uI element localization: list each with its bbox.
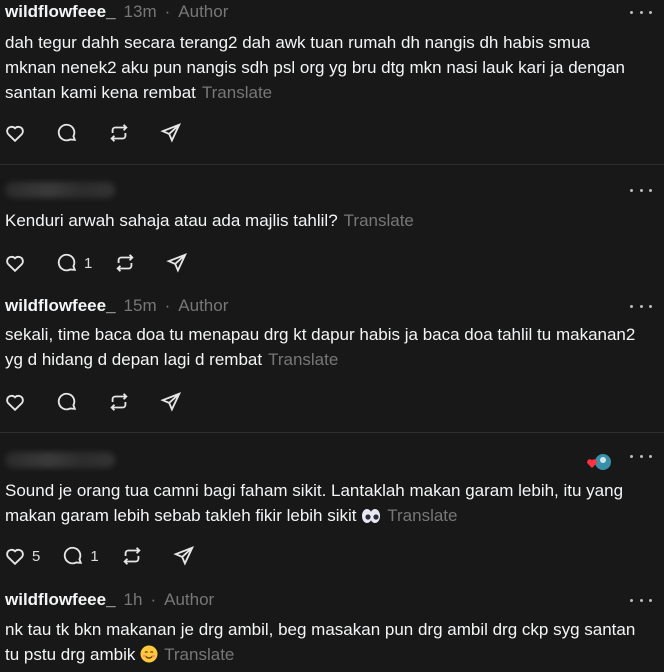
translate-link[interactable]: Translate [202,83,272,102]
reply-count: 1 [84,254,93,272]
reply-button[interactable]: 1 [56,252,92,274]
translate-link[interactable]: Translate [268,350,338,369]
username[interactable]: wildflowfeee_ [5,590,116,610]
more-options-icon[interactable] [630,448,652,464]
repost-icon [110,124,128,142]
like-count: 5 [32,547,41,565]
repost-icon [116,254,134,272]
action-bar [4,389,212,415]
more-options-icon[interactable] [630,182,652,198]
blurred-username [5,452,115,468]
send-icon [160,123,182,143]
blurred-username [5,182,115,198]
like-button[interactable]: 5 [4,545,40,567]
repost-button[interactable] [108,391,130,413]
more-options-icon[interactable] [630,592,652,608]
action-bar: 1 [4,250,218,276]
like-button[interactable] [4,252,26,274]
translate-link[interactable]: Translate [164,645,234,664]
post-header: wildflowfeee_ 15m · Author [5,294,228,318]
more-options-icon[interactable] [630,4,652,20]
post-body: nk tau tk bkn makanan je drg ambil, beg … [5,620,636,664]
share-button[interactable] [160,122,182,144]
repost-button[interactable] [121,545,143,567]
send-icon [173,546,194,566]
author-liked-icon [587,454,611,470]
reply-button[interactable] [56,391,78,413]
timestamp: 15m [123,296,157,315]
reply-button[interactable]: 1 [62,545,99,567]
share-button[interactable] [160,391,182,413]
share-button[interactable] [173,545,195,567]
separator-dot: · [150,590,157,609]
reply-count: 1 [90,547,99,565]
comment-icon [57,253,77,272]
repost-button[interactable] [108,122,130,144]
post-body: Kenduri arwah sahaja atau ada majlis tah… [5,211,338,230]
author-tag: Author [178,296,229,315]
post-body: dah tegur dahh secara terang2 dah awk tu… [5,33,625,102]
timestamp: 13m [123,2,157,21]
share-button[interactable] [166,252,188,274]
heart-icon [6,125,24,143]
post-text: nk tau tk bkn makanan je drg ambil, beg … [5,617,645,667]
post-header: wildflowfeee_ 1h · Author [5,588,214,612]
post-text: sekali, time baca doa tu menapau drg kt … [5,322,645,372]
author-tag: Author [164,590,215,609]
smiling-face-emoji-icon [140,645,158,663]
repost-button[interactable] [114,252,136,274]
heart-icon [6,548,24,566]
post-text: Kenduri arwah sahaja atau ada majlis tah… [5,208,645,233]
like-button[interactable] [4,122,26,144]
like-button[interactable] [4,391,26,413]
action-bar [4,120,212,146]
eyes-emoji-icon [362,509,381,523]
post-body: Sound je orang tua camni bagi faham siki… [5,481,624,525]
author-tag: Author [178,2,229,21]
post-text: Sound je orang tua camni bagi faham siki… [5,478,645,528]
heart-icon [6,394,24,412]
separator-dot: · [164,2,171,21]
post-header [5,178,115,202]
post-header: wildflowfeee_ 13m · Author [5,0,228,24]
divider [0,164,664,165]
translate-link[interactable]: Translate [387,506,457,525]
send-icon [160,392,182,412]
reply-button[interactable] [56,122,78,144]
username[interactable]: wildflowfeee_ [5,296,116,316]
comment-icon [64,546,83,565]
more-options-icon[interactable] [630,298,652,314]
send-icon [166,253,188,273]
username[interactable]: wildflowfeee_ [5,2,116,22]
separator-dot: · [164,296,171,315]
repost-icon [123,547,141,565]
post-text: dah tegur dahh secara terang2 dah awk tu… [5,30,645,105]
translate-link[interactable]: Translate [344,211,414,230]
comment-icon [57,123,77,142]
post-header [5,448,115,472]
divider [0,432,664,433]
comment-icon [57,392,77,411]
heart-icon [6,255,24,273]
timestamp: 1h [123,590,143,609]
repost-icon [110,393,128,411]
action-bar: 5 1 [4,543,225,569]
